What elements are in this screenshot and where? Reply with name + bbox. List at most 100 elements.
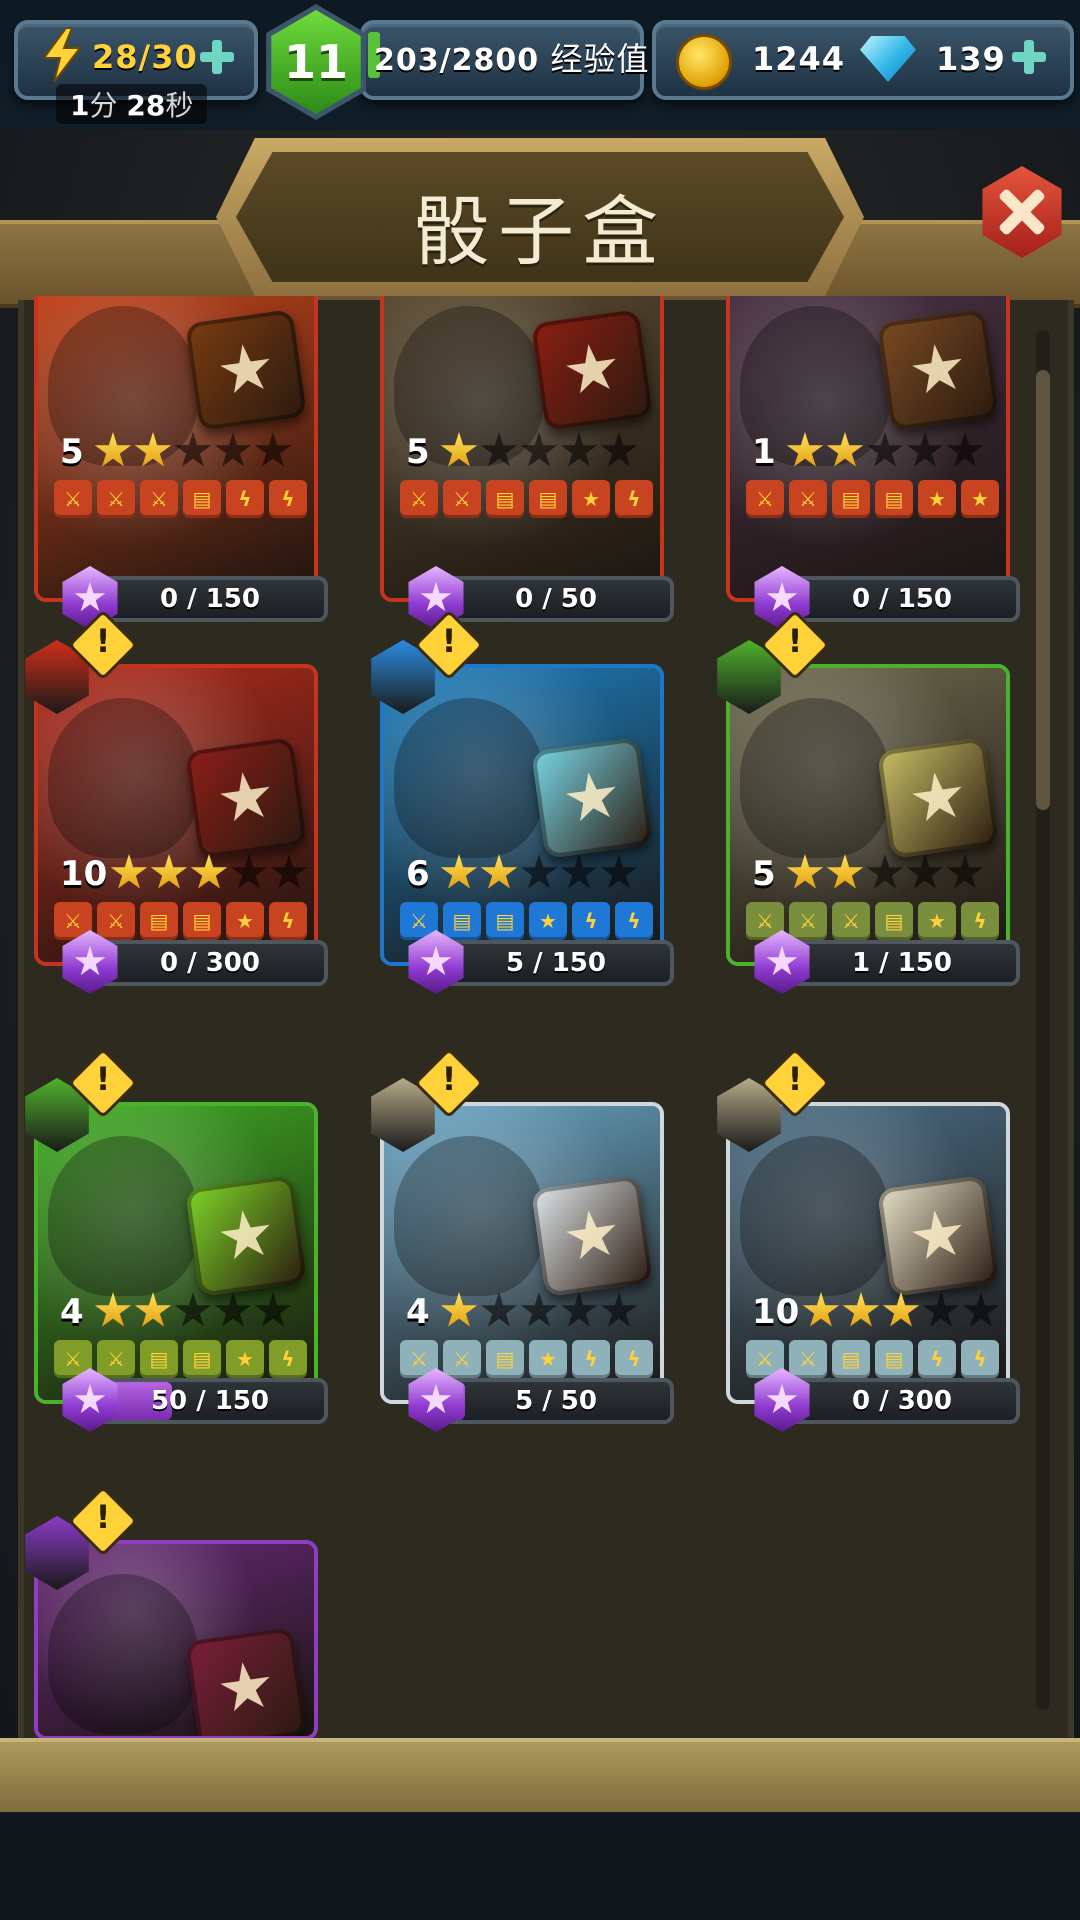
progress-text: 0 / 150 <box>160 584 260 614</box>
upgrade-progress-bar: 50 / 150 <box>92 1378 328 1424</box>
upgrade-progress-bar: 5 / 150 <box>438 940 674 986</box>
progress-text: 1 / 150 <box>852 948 952 978</box>
dice-face-icon: ϟ <box>572 902 610 940</box>
progress-text: 0 / 50 <box>515 584 597 614</box>
dice-level: 5 <box>752 854 776 894</box>
dice-face-icon: ▤ <box>183 1340 221 1378</box>
dice-face-icon: ▤ <box>832 1340 870 1378</box>
dice-card[interactable]: 5 ⚔ ⚔ ▤ ▤ ★ ϟ <box>380 296 664 602</box>
dice-face-icon: ▤ <box>875 902 913 940</box>
dice-level: 5 <box>406 432 430 472</box>
star-icon <box>786 854 824 889</box>
dice-cube-icon <box>185 737 307 859</box>
dice-face-icon: ⚔ <box>832 902 870 940</box>
dice-face-icon: ϟ <box>615 902 653 940</box>
dice-symbol-icon <box>909 769 968 828</box>
star-icon <box>440 432 478 467</box>
dice-face-icon: ⚔ <box>400 480 438 518</box>
star-icon <box>600 854 638 889</box>
gem-value: 139 <box>936 40 1006 78</box>
dice-face-icon: ▤ <box>486 902 524 940</box>
star-icon <box>786 432 824 467</box>
dice-face-icon: ★ <box>918 902 956 940</box>
dice-symbol-icon <box>909 1207 968 1266</box>
star-icon <box>560 854 598 889</box>
star-icon <box>110 854 148 889</box>
upgrade-progress-bar: 0 / 300 <box>92 940 328 986</box>
star-icon <box>906 854 944 889</box>
dice-face-icon: ⚔ <box>443 1340 481 1378</box>
alert-mark: ! <box>787 622 803 660</box>
star-icon <box>922 1292 960 1327</box>
add-gems-button[interactable] <box>1012 40 1046 74</box>
star-icon <box>134 432 172 467</box>
coin-value: 1244 <box>752 40 846 78</box>
creature-figure <box>394 698 544 858</box>
alert-mark: ! <box>95 1498 111 1536</box>
star-icon <box>826 854 864 889</box>
dice-card[interactable]: 4 ⚔ ⚔ ▤ ★ ϟ ϟ <box>380 1102 664 1404</box>
dice-face-icon: ▤ <box>832 480 870 518</box>
star-icon <box>174 432 212 467</box>
dice-level: 10 <box>752 1292 800 1332</box>
star-icon <box>94 432 132 467</box>
dice-symbol-icon <box>217 1659 276 1718</box>
dice-symbol-icon <box>217 341 276 400</box>
dice-face-icon: ⚔ <box>789 902 827 940</box>
dice-face-icon: ϟ <box>615 480 653 518</box>
dice-face-icon: ▤ <box>140 1340 178 1378</box>
dice-face-icon: ▤ <box>443 902 481 940</box>
dice-level: 4 <box>406 1292 430 1332</box>
dice-face-icon: ⚔ <box>97 1340 135 1378</box>
star-rating <box>440 854 638 892</box>
upgrade-progress-bar: 0 / 150 <box>92 576 328 622</box>
dice-face-icon: ▤ <box>183 902 221 940</box>
star-icon <box>946 432 984 467</box>
dice-face-icon: ϟ <box>918 1340 956 1378</box>
dice-face-icon: ★ <box>961 480 999 518</box>
star-icon <box>190 854 228 889</box>
star-rating <box>94 432 292 470</box>
dice-face-icon: ϟ <box>269 1340 307 1378</box>
footer-wood-bar <box>0 1738 1080 1820</box>
dice-symbol-icon <box>563 1207 622 1266</box>
dice-card[interactable]: 10 ⚔ ⚔ ▤ ▤ ϟ ϟ <box>726 1102 1010 1404</box>
dice-face-icon: ⚔ <box>789 1340 827 1378</box>
progress-text: 0 / 300 <box>160 948 260 978</box>
creature-figure <box>48 1574 198 1734</box>
star-icon <box>440 854 478 889</box>
progress-text: 0 / 150 <box>852 584 952 614</box>
star-icon <box>600 432 638 467</box>
star-icon <box>882 1292 920 1327</box>
star-icon <box>480 432 518 467</box>
dice-card[interactable]: 10 ⚔ ⚔ ▤ ▤ ★ ϟ <box>34 664 318 966</box>
dice-card[interactable]: 5 ⚔ ⚔ ⚔ ▤ ★ ϟ <box>726 664 1010 966</box>
add-energy-button[interactable] <box>200 40 234 74</box>
dice-face-icon: ▤ <box>183 480 221 518</box>
star-icon <box>826 432 864 467</box>
dice-cube-icon <box>877 309 999 431</box>
energy-timer: 1分 28秒 <box>56 84 208 124</box>
star-icon <box>214 1292 252 1327</box>
upgrade-progress-bar: 0 / 300 <box>784 1378 1020 1424</box>
star-rating <box>786 854 984 892</box>
dice-card[interactable]: 5 ⚔ ⚔ ⚔ ▤ ϟ ϟ <box>34 296 318 602</box>
dice-face-icon: ★ <box>226 902 264 940</box>
dice-cube-icon <box>185 1175 307 1297</box>
star-icon <box>214 432 252 467</box>
star-icon <box>440 1292 478 1327</box>
dice-face-icon: ★ <box>529 902 567 940</box>
dice-face-icon: ⚔ <box>789 480 827 518</box>
progress-text: 5 / 50 <box>515 1386 597 1416</box>
alert-mark: ! <box>95 622 111 660</box>
upgrade-progress-bar: 0 / 50 <box>438 576 674 622</box>
star-rating <box>440 432 638 470</box>
alert-mark: ! <box>441 1060 457 1098</box>
dice-card[interactable]: 6 ⚔ ▤ ▤ ★ ϟ ϟ <box>380 664 664 966</box>
dice-face-icon: ⚔ <box>97 902 135 940</box>
dice-card[interactable]: 4 ⚔ ⚔ ▤ ▤ ★ ϟ <box>34 1102 318 1404</box>
dice-cube-icon <box>531 309 653 431</box>
dice-card[interactable]: 1 ⚔ ⚔ ▤ ▤ ★ ★ <box>726 296 1010 602</box>
scrollbar-thumb[interactable] <box>1036 370 1050 810</box>
dice-symbol-icon <box>217 1207 276 1266</box>
